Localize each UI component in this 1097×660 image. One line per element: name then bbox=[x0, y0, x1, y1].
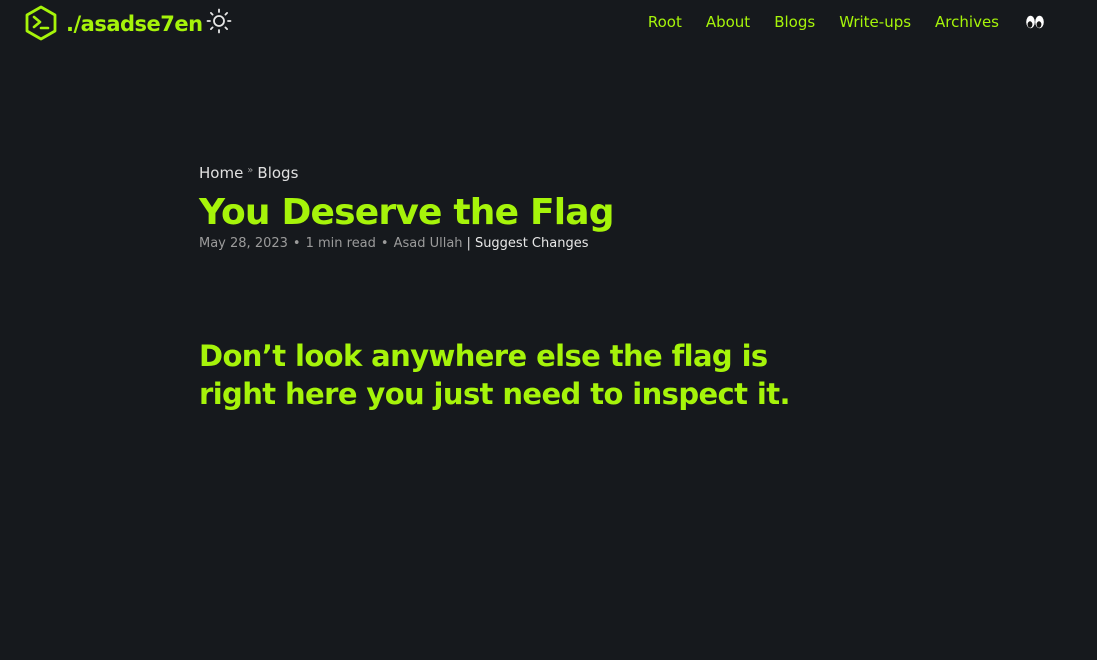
site-title[interactable]: ./asadse7en bbox=[66, 12, 203, 36]
breadcrumb-blogs[interactable]: Blogs bbox=[257, 164, 298, 182]
nav-item-about[interactable]: About bbox=[706, 13, 750, 31]
meta-divider: | bbox=[466, 236, 471, 251]
post-content: Don’t look anywhere else the flag is rig… bbox=[199, 339, 791, 411]
eyes-icon[interactable] bbox=[1025, 14, 1045, 30]
sun-icon[interactable] bbox=[206, 8, 232, 34]
meta-dot: • bbox=[380, 236, 389, 251]
site-logo-link[interactable]: ./asadse7en bbox=[24, 5, 203, 41]
terminal-hexagon-icon bbox=[24, 5, 58, 41]
breadcrumb: Home » Blogs bbox=[199, 163, 899, 183]
post-meta: May 28, 2023 • 1 min read • Asad Ullah |… bbox=[199, 236, 899, 251]
main-nav: Root About Blogs Write-ups Archives bbox=[648, 13, 1045, 31]
post-main: Home » Blogs You Deserve the Flag May 28… bbox=[199, 163, 899, 413]
nav-item-write-ups[interactable]: Write-ups bbox=[839, 13, 911, 31]
post-date: May 28, 2023 bbox=[199, 236, 288, 251]
post-author: Asad Ullah bbox=[393, 236, 463, 251]
nav-item-root[interactable]: Root bbox=[648, 13, 682, 31]
breadcrumb-home[interactable]: Home bbox=[199, 164, 243, 182]
site-header: ./asadse7en Root About Blogs Write-ups A… bbox=[0, 0, 1097, 46]
nav-item-archives[interactable]: Archives bbox=[935, 13, 999, 31]
post-title: You Deserve the Flag bbox=[199, 192, 615, 233]
breadcrumb-separator: » bbox=[247, 164, 254, 176]
nav-item-blogs[interactable]: Blogs bbox=[774, 13, 815, 31]
meta-dot: • bbox=[292, 236, 301, 251]
suggest-changes-link[interactable]: Suggest Changes bbox=[475, 236, 589, 251]
post-read-time: 1 min read bbox=[305, 236, 376, 251]
